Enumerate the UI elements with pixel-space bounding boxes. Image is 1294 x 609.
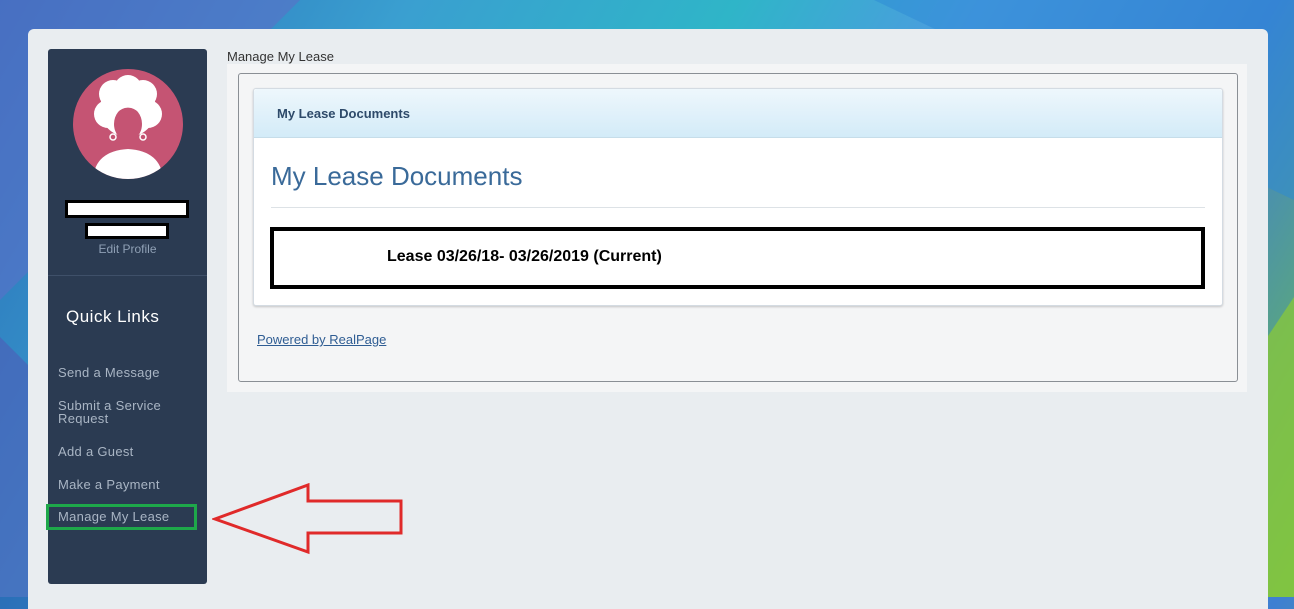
- red-arrow-annotation: [212, 483, 403, 555]
- powered-by-link[interactable]: Powered by RealPage: [257, 332, 386, 347]
- page-title: My Lease Documents: [271, 161, 523, 191]
- sidebar-item-send-message[interactable]: Send a Message: [58, 366, 160, 379]
- lease-document-link[interactable]: Lease 03/26/18- 03/26/2019 (Current): [387, 248, 662, 266]
- card-header: My Lease Documents: [254, 89, 1222, 138]
- redacted-detail: [85, 223, 169, 239]
- sidebar-item-manage-lease[interactable]: Manage My Lease: [46, 504, 197, 530]
- sidebar-item-service-request[interactable]: Submit a Service Request: [58, 399, 188, 425]
- sidebar-item-add-guest[interactable]: Add a Guest: [58, 445, 134, 458]
- sidebar-item-make-payment[interactable]: Make a Payment: [58, 478, 160, 491]
- card-header-title: My Lease Documents: [277, 106, 410, 121]
- lease-documents-card: My Lease Documents My Lease Documents Le…: [253, 88, 1223, 306]
- breadcrumb: Manage My Lease: [227, 49, 334, 64]
- user-avatar-icon[interactable]: [73, 69, 183, 179]
- redacted-name: [65, 200, 189, 218]
- sidebar-divider: [48, 275, 207, 276]
- quick-links-title: Quick Links: [66, 307, 160, 326]
- lease-panel: My Lease Documents My Lease Documents Le…: [238, 73, 1238, 382]
- edit-profile-link[interactable]: Edit Profile: [48, 242, 207, 256]
- sidebar: Edit Profile Quick Links Send a Message …: [46, 49, 207, 584]
- lease-document-row[interactable]: Lease 03/26/18- 03/26/2019 (Current): [270, 227, 1205, 289]
- title-divider: [271, 207, 1205, 208]
